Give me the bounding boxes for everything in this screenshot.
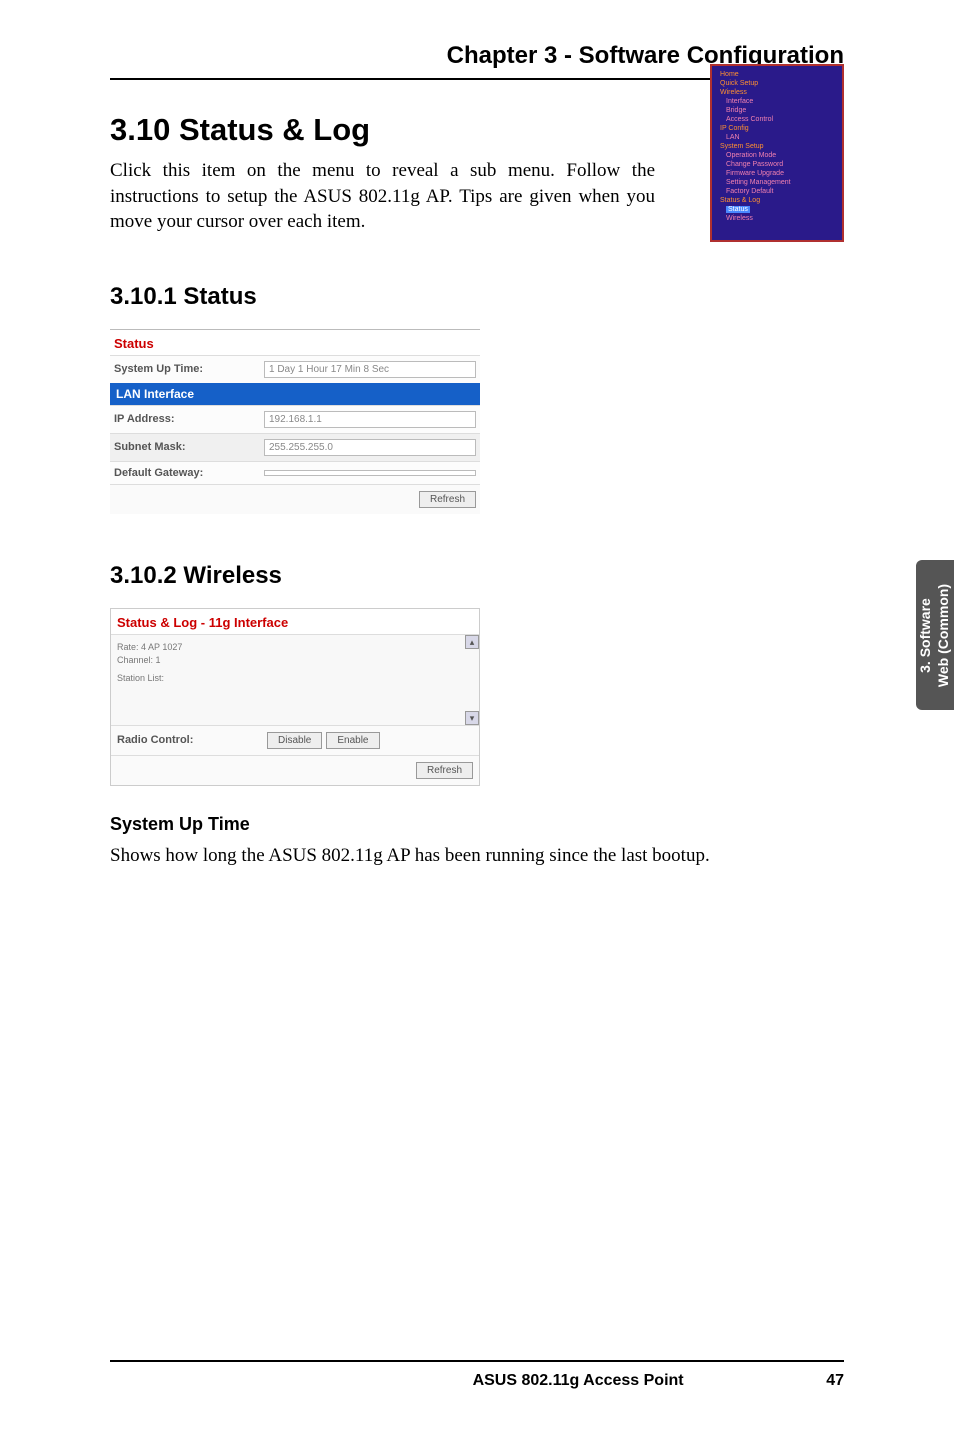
nav-item: Wireless <box>714 214 840 223</box>
wireless-log-line: Rate: 4 AP 1027 <box>117 641 473 654</box>
ip-value: 192.168.1.1 <box>264 411 476 428</box>
refresh-button[interactable]: Refresh <box>419 491 476 508</box>
nav-item: Setting Management <box>714 178 840 187</box>
status-row-mask: Subnet Mask: 255.255.255.0 <box>110 433 480 461</box>
ip-label: IP Address: <box>114 413 264 425</box>
mask-value: 255.255.255.0 <box>264 439 476 456</box>
scroll-down-icon[interactable]: ▾ <box>465 711 479 725</box>
gateway-value <box>264 470 476 476</box>
uptime-value: 1 Day 1 Hour 17 Min 8 Sec <box>264 361 476 378</box>
nav-item: LAN <box>714 133 840 142</box>
radio-control-label: Radio Control: <box>117 734 267 746</box>
side-tab-line2: Web (Common) <box>935 583 953 686</box>
subsection-status-heading: 3.10.1 Status <box>110 283 844 311</box>
nav-item: Wireless <box>714 88 840 97</box>
nav-item: Access Control <box>714 115 840 124</box>
wireless-log-line: Channel: 1 <box>117 654 473 667</box>
scroll-up-icon[interactable]: ▴ <box>465 635 479 649</box>
nav-item: Quick Setup <box>714 79 840 88</box>
side-chapter-tab: 3. Software Web (Common) <box>916 560 954 710</box>
nav-item: Interface <box>714 97 840 106</box>
side-tab-line1: 3. Software <box>918 583 936 686</box>
subsection-wireless-heading: 3.10.2 Wireless <box>110 562 844 590</box>
enable-button[interactable]: Enable <box>326 732 379 749</box>
footer-page-number: 47 <box>826 1372 844 1390</box>
nav-item: Home <box>714 70 840 79</box>
wireless-panel-title: Status & Log - 11g Interface <box>111 609 479 635</box>
refresh-button[interactable]: Refresh <box>416 762 473 779</box>
disable-button[interactable]: Disable <box>267 732 322 749</box>
nav-menu-thumbnail: Home Quick Setup Wireless Interface Brid… <box>710 64 844 242</box>
nav-item: System Setup <box>714 142 840 151</box>
mask-label: Subnet Mask: <box>114 441 264 453</box>
wireless-log-line: Station List: <box>117 672 473 685</box>
wireless-log-body: Rate: 4 AP 1027 Channel: 1 Station List:… <box>111 635 479 725</box>
nav-item: Firmware Upgrade <box>714 169 840 178</box>
status-row-ip: IP Address: 192.168.1.1 <box>110 405 480 433</box>
uptime-label: System Up Time: <box>114 363 264 375</box>
nav-item: IP Config <box>714 124 840 133</box>
status-panel-title: Status <box>110 329 480 355</box>
system-uptime-paragraph: Shows how long the ASUS 802.11g AP has b… <box>110 843 844 869</box>
nav-item: Change Password <box>714 160 840 169</box>
status-row-gateway: Default Gateway: <box>110 461 480 484</box>
lan-interface-header: LAN Interface <box>110 383 480 405</box>
wireless-panel-footer: Refresh <box>111 755 479 785</box>
status-panel: Status System Up Time: 1 Day 1 Hour 17 M… <box>110 329 480 514</box>
radio-control-row: Radio Control: Disable Enable <box>111 725 479 755</box>
wireless-panel: Status & Log - 11g Interface Rate: 4 AP … <box>110 608 480 786</box>
nav-item: Factory Default <box>714 187 840 196</box>
nav-item: Bridge <box>714 106 840 115</box>
intro-paragraph: Click this item on the menu to reveal a … <box>110 158 655 235</box>
status-row-uptime: System Up Time: 1 Day 1 Hour 17 Min 8 Se… <box>110 355 480 383</box>
status-panel-footer: Refresh <box>110 484 480 514</box>
system-uptime-heading: System Up Time <box>110 814 844 835</box>
page-footer: ASUS 802.11g Access Point 47 <box>110 1360 844 1390</box>
nav-item-highlight: Status <box>714 205 840 214</box>
nav-item: Status & Log <box>714 196 840 205</box>
gateway-label: Default Gateway: <box>114 467 264 479</box>
footer-product-name: ASUS 802.11g Access Point <box>473 1372 684 1390</box>
nav-item: Operation Mode <box>714 151 840 160</box>
